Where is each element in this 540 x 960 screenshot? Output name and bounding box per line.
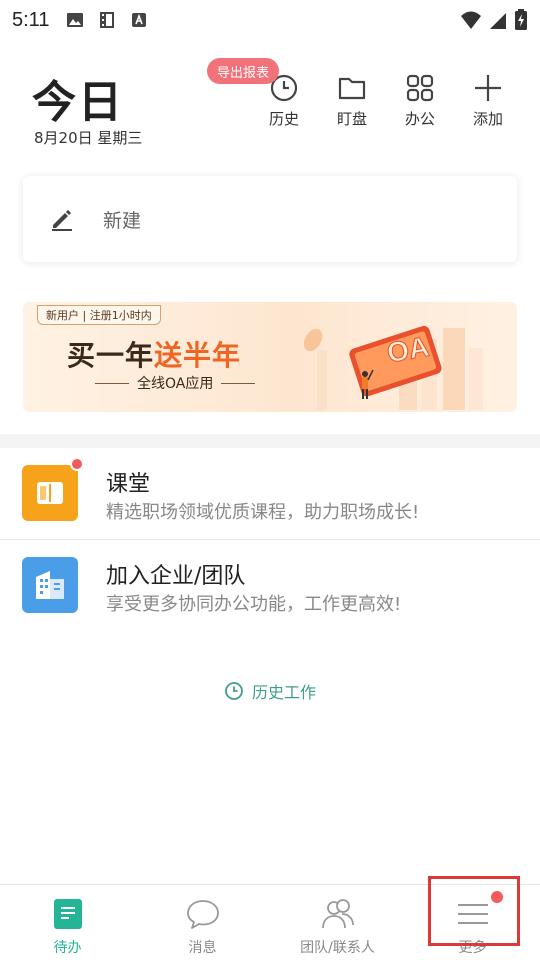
office-label: 办公 — [404, 110, 435, 128]
nav-team-contacts-label: 团队/联系人 — [300, 940, 375, 956]
todo-document-icon — [53, 899, 82, 929]
add-button[interactable]: 添加 — [454, 72, 522, 129]
status-bar: 5:11 — [0, 0, 540, 40]
plus-icon — [475, 75, 501, 101]
classroom-icon-box — [22, 465, 78, 521]
promo-banner[interactable]: 新用户 | 注册1小时内 买一年送半年 全线OA应用 OA — [23, 302, 517, 412]
chat-bubble-icon — [186, 900, 219, 929]
history-work-link[interactable]: 历史工作 — [0, 679, 540, 703]
pencil-icon — [52, 210, 72, 231]
banner-subtitle-text: 全线OA应用 — [137, 376, 214, 392]
nav-messages-label: 消息 — [188, 940, 217, 956]
history-label: 历史 — [268, 110, 299, 128]
nav-todo[interactable]: 待办 — [0, 885, 135, 960]
nav-todo-label: 待办 — [53, 940, 82, 956]
page-date: 8月20日 星期三 — [34, 129, 143, 147]
export-report-badge[interactable]: 导出报表 — [207, 58, 280, 84]
status-right — [460, 9, 528, 31]
banner-tag: 新用户 | 注册1小时内 — [37, 305, 161, 325]
add-label: 添加 — [472, 110, 503, 128]
list-item-join-team[interactable]: 加入企业/团队 享受更多协同办公功能，工作更高效! — [0, 540, 540, 630]
people-icon — [321, 899, 354, 929]
new-item-label: 新建 — [103, 209, 142, 232]
banner-headline: 买一年送半年 — [67, 334, 241, 374]
office-button[interactable]: 办公 — [386, 72, 454, 129]
classroom-title: 课堂 — [106, 472, 151, 497]
grid-apps-icon — [406, 74, 434, 102]
phone-oa-illustration: OA — [303, 325, 483, 410]
section-divider — [0, 434, 540, 448]
signal-icon — [490, 13, 506, 29]
classroom-desc: 精选职场领域优质课程，助力职场成长! — [106, 502, 420, 523]
battery-icon — [515, 9, 527, 30]
header-toolbar: 历史 盯盘 办公 添加 — [250, 72, 522, 129]
nav-messages[interactable]: 消息 — [135, 885, 270, 960]
new-item-card[interactable]: 新建 — [23, 176, 517, 262]
nav-team-contacts[interactable]: 团队/联系人 — [270, 885, 405, 960]
history-work-label: 历史工作 — [251, 683, 316, 702]
list-item-classroom[interactable]: 课堂 精选职场领域优质课程，助力职场成长! — [0, 448, 540, 538]
film-notification-icon — [100, 12, 115, 28]
book-icon — [37, 482, 63, 504]
status-time: 5:11 — [12, 8, 50, 31]
join-team-icon-box — [22, 557, 78, 613]
watch-label: 盯盘 — [336, 110, 367, 128]
wifi-icon — [461, 11, 481, 29]
join-team-desc: 享受更多协同办公功能，工作更高效! — [106, 594, 402, 615]
watch-button[interactable]: 盯盘 — [318, 72, 386, 129]
banner-subtitle: 全线OA应用 — [87, 373, 263, 393]
a-notification-icon — [132, 13, 147, 27]
banner-headline-prefix: 买一年 — [67, 339, 155, 372]
highlight-box — [428, 876, 520, 946]
banner-headline-accent: 送半年 — [154, 339, 242, 372]
image-notification-icon — [67, 13, 84, 27]
building-icon — [36, 571, 64, 599]
page-title: 今日 — [32, 77, 124, 128]
folder-icon — [338, 77, 366, 100]
classroom-badge-dot — [70, 457, 84, 471]
join-team-title: 加入企业/团队 — [106, 564, 246, 589]
history-clock-icon — [225, 682, 243, 700]
